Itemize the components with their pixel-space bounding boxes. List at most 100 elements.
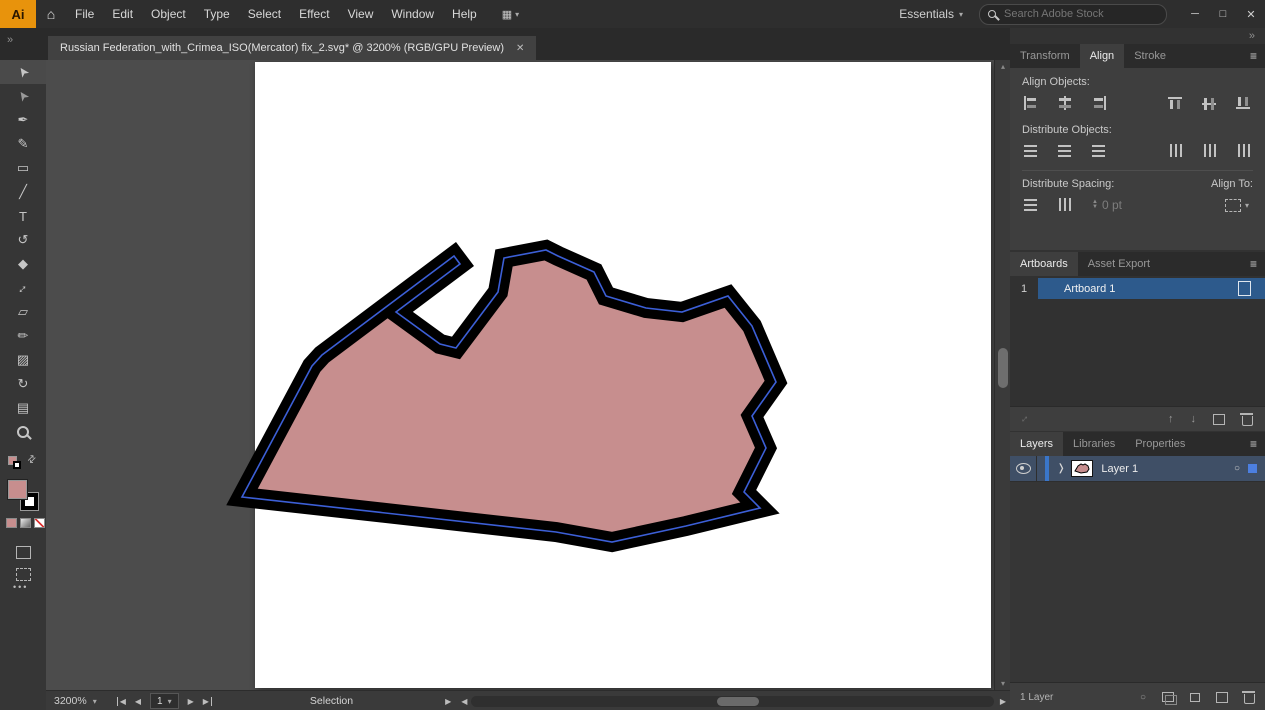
reorder-artboards-icon[interactable]: ↕ bbox=[1019, 413, 1031, 425]
menu-file[interactable]: File bbox=[66, 0, 103, 28]
new-sublayer-icon[interactable] bbox=[1190, 693, 1200, 702]
spacing-value-stepper[interactable]: ▲▼ 0 pt bbox=[1092, 198, 1122, 212]
next-artboard-icon[interactable]: ▶ bbox=[188, 697, 194, 706]
locate-object-icon[interactable]: ○ bbox=[1140, 692, 1146, 703]
draw-mode-icon[interactable] bbox=[16, 546, 31, 559]
search-input[interactable] bbox=[1002, 7, 1131, 21]
distribute-right-icon[interactable] bbox=[1235, 143, 1253, 159]
selection-color-chip[interactable] bbox=[1248, 464, 1257, 473]
tab-artboards[interactable]: Artboards bbox=[1010, 252, 1078, 276]
scale-tool[interactable]: ↕ bbox=[0, 276, 46, 300]
artboard-row[interactable]: 1 Artboard 1 bbox=[1010, 278, 1265, 299]
target-circle-icon[interactable]: ○ bbox=[1234, 463, 1240, 474]
workspace-switcher[interactable]: Essentials ▾ bbox=[899, 7, 963, 21]
pen-tool[interactable]: ✒ bbox=[0, 108, 46, 132]
gradient-chip[interactable] bbox=[20, 518, 31, 528]
artboard-page-icon[interactable] bbox=[1238, 281, 1251, 296]
artboard-name[interactable]: Artboard 1 bbox=[1038, 278, 1265, 299]
document-tab-close-icon[interactable]: ✕ bbox=[516, 43, 524, 54]
tab-layers[interactable]: Layers bbox=[1010, 432, 1063, 456]
scroll-up-icon[interactable]: ▴ bbox=[995, 62, 1010, 71]
screen-mode-icon[interactable] bbox=[16, 568, 31, 581]
menu-help[interactable]: Help bbox=[443, 0, 486, 28]
curvature-tool[interactable]: ✎ bbox=[0, 132, 46, 156]
rectangle-tool[interactable]: ▭ bbox=[0, 156, 46, 180]
panel-menu-icon[interactable]: ≡ bbox=[1242, 44, 1265, 68]
menu-effect[interactable]: Effect bbox=[290, 0, 338, 28]
distribute-left-icon[interactable] bbox=[1167, 143, 1185, 159]
align-top-icon[interactable] bbox=[1167, 95, 1185, 111]
toolbar-collapse-icon[interactable]: » bbox=[7, 34, 13, 46]
fill-swatch[interactable] bbox=[8, 480, 27, 499]
selection-tool[interactable]: ➤ bbox=[0, 60, 46, 84]
line-segment-tool[interactable]: ╱ bbox=[0, 180, 46, 204]
minimize-button[interactable]: ─ bbox=[1181, 0, 1209, 28]
adobe-stock-search[interactable] bbox=[979, 4, 1167, 25]
menu-type[interactable]: Type bbox=[195, 0, 239, 28]
align-to-selector[interactable]: ▾ bbox=[1225, 199, 1249, 212]
new-layer-icon[interactable] bbox=[1216, 692, 1228, 703]
align-bottom-icon[interactable] bbox=[1235, 95, 1253, 111]
tab-libraries[interactable]: Libraries bbox=[1063, 432, 1125, 456]
maximize-button[interactable]: □ bbox=[1209, 0, 1237, 28]
align-vertical-center-icon[interactable] bbox=[1201, 95, 1219, 111]
tab-transform[interactable]: Transform bbox=[1010, 44, 1080, 68]
status-expand-icon[interactable]: ▶ bbox=[445, 697, 451, 706]
artboard-number-field[interactable]: 1 ▾ bbox=[150, 693, 179, 709]
distribute-horizontal-center-icon[interactable] bbox=[1201, 143, 1219, 159]
crimea-shape[interactable] bbox=[242, 250, 776, 542]
menu-object[interactable]: Object bbox=[142, 0, 195, 28]
gradient-tool[interactable]: ▨ bbox=[0, 348, 46, 372]
tab-asset-export[interactable]: Asset Export bbox=[1078, 252, 1160, 276]
horizontal-scrollbar[interactable] bbox=[471, 696, 993, 707]
edit-toolbar-button[interactable]: ••• bbox=[13, 582, 28, 592]
artboard-tool[interactable]: ▤ bbox=[0, 396, 46, 420]
menu-select[interactable]: Select bbox=[239, 0, 290, 28]
type-tool[interactable]: T bbox=[0, 204, 46, 228]
previous-artboard-icon[interactable]: ◀ bbox=[135, 697, 141, 706]
distribute-bottom-icon[interactable] bbox=[1090, 143, 1108, 159]
menu-view[interactable]: View bbox=[339, 0, 383, 28]
expand-chevron-icon[interactable]: ❭ bbox=[1057, 463, 1065, 474]
color-chip[interactable] bbox=[6, 518, 17, 528]
distribute-top-icon[interactable] bbox=[1022, 143, 1040, 159]
layer-name[interactable]: Layer 1 bbox=[1101, 463, 1234, 475]
tab-properties[interactable]: Properties bbox=[1125, 432, 1195, 456]
scroll-left-icon[interactable]: ◀ bbox=[457, 697, 471, 706]
panel-menu-icon[interactable]: ≡ bbox=[1242, 252, 1265, 276]
last-artboard-icon[interactable]: ▶ bbox=[203, 697, 212, 706]
arrange-documents-button[interactable]: ▦ ▾ bbox=[502, 8, 519, 21]
align-right-icon[interactable] bbox=[1090, 95, 1108, 111]
swap-fill-stroke-icon[interactable]: ⇄ bbox=[25, 453, 39, 467]
layer-thumbnail[interactable] bbox=[1071, 460, 1093, 477]
panel-collapse-icon[interactable]: » bbox=[1249, 30, 1255, 42]
document-tab[interactable]: Russian Federation_with_Crimea_ISO(Merca… bbox=[48, 36, 536, 60]
distribute-vertical-center-icon[interactable] bbox=[1056, 143, 1074, 159]
align-left-icon[interactable] bbox=[1022, 95, 1040, 111]
canvas-area[interactable]: ▴ ▾ bbox=[46, 60, 1010, 690]
horizontal-scroll-thumb[interactable] bbox=[717, 697, 759, 706]
illustrator-logo[interactable]: Ai bbox=[0, 0, 36, 28]
clipping-mask-icon[interactable] bbox=[1162, 692, 1174, 702]
zoom-level-select[interactable]: 3200% ▾ bbox=[46, 695, 105, 707]
rotate-tool[interactable]: ↺ bbox=[0, 228, 46, 252]
align-horizontal-center-icon[interactable] bbox=[1056, 95, 1074, 111]
scroll-down-icon[interactable]: ▾ bbox=[995, 679, 1010, 688]
close-button[interactable]: ✕ bbox=[1237, 0, 1265, 28]
menu-edit[interactable]: Edit bbox=[103, 0, 142, 28]
eraser-tool[interactable]: ◆ bbox=[0, 252, 46, 276]
visibility-cell[interactable] bbox=[1010, 456, 1037, 481]
none-chip[interactable] bbox=[34, 518, 45, 528]
zoom-tool[interactable] bbox=[0, 420, 46, 444]
tab-align[interactable]: Align bbox=[1080, 44, 1124, 68]
vertical-scroll-thumb[interactable] bbox=[998, 348, 1008, 388]
new-artboard-icon[interactable] bbox=[1213, 414, 1225, 425]
first-artboard-icon[interactable]: ◀ bbox=[117, 697, 126, 706]
pencil-tool[interactable]: ✏ bbox=[0, 324, 46, 348]
menu-window[interactable]: Window bbox=[382, 0, 443, 28]
rotate-view-tool[interactable]: ↻ bbox=[0, 372, 46, 396]
delete-layer-icon[interactable] bbox=[1244, 694, 1255, 704]
shape-builder-tool[interactable]: ▱ bbox=[0, 300, 46, 324]
panel-menu-icon[interactable]: ≡ bbox=[1242, 432, 1265, 456]
move-up-icon[interactable]: ↑ bbox=[1168, 413, 1174, 425]
